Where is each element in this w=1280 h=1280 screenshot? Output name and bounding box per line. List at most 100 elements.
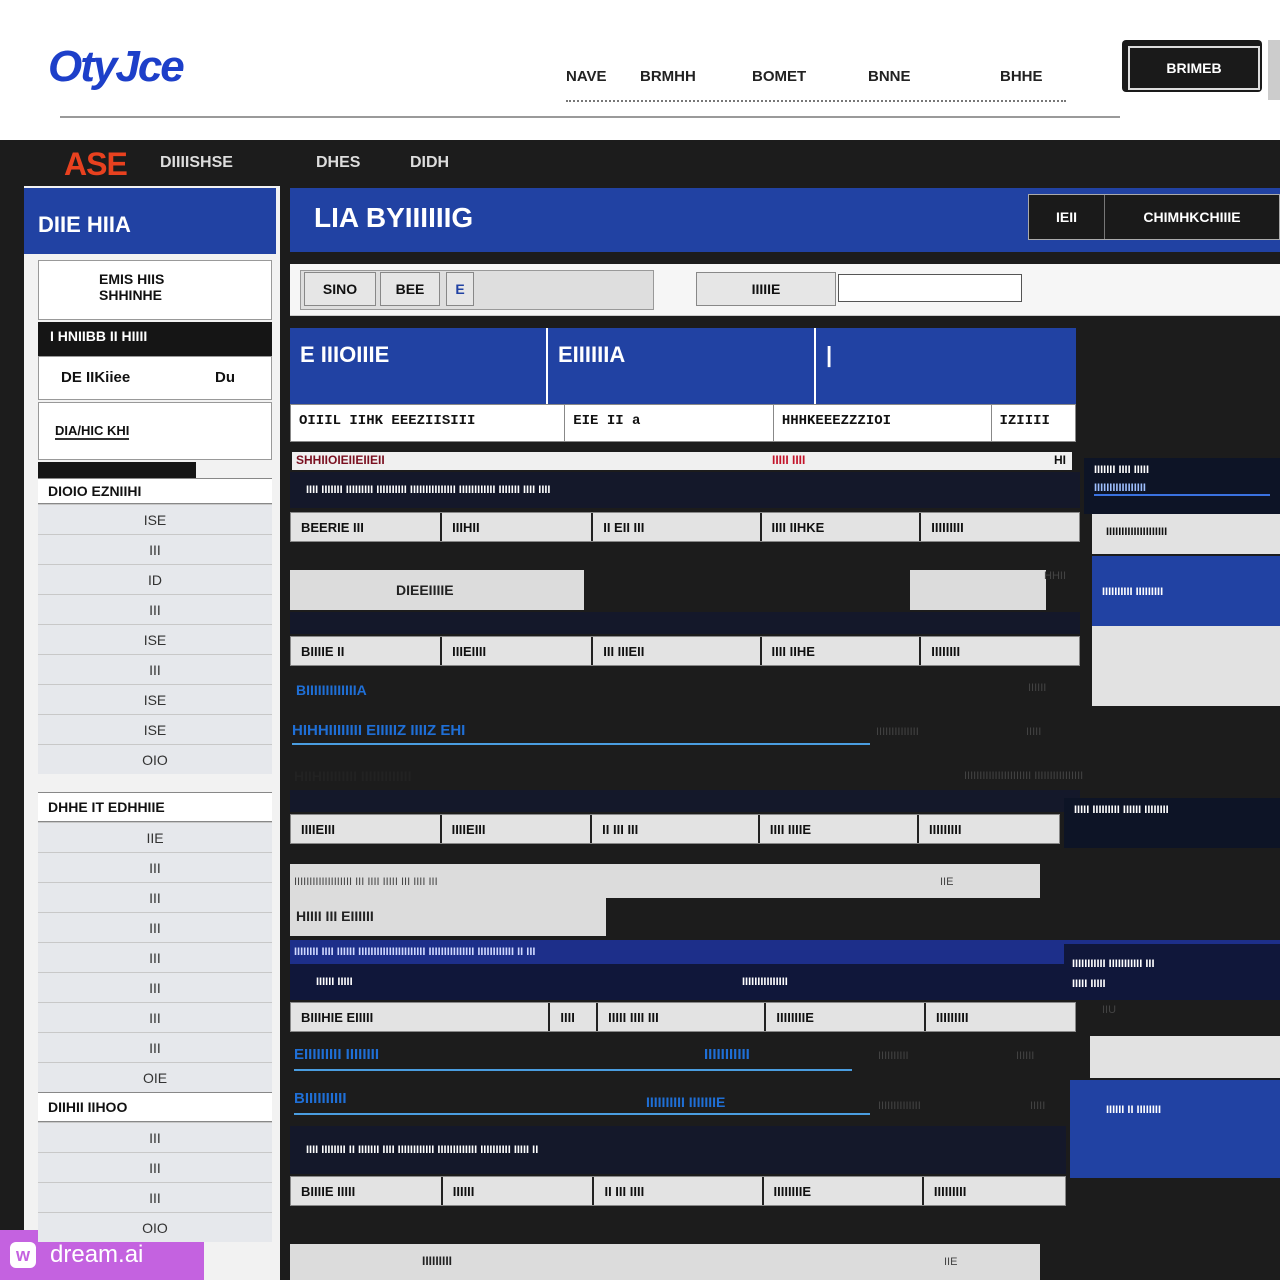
sidebar-section-2-item[interactable]: III (38, 972, 272, 1002)
item-5-cell-2[interactable]: IIIIII (443, 1177, 595, 1205)
item-1-cell-2[interactable]: IIIHII (442, 513, 594, 541)
top-nav-item-5[interactable]: BHHE (1000, 68, 1043, 85)
sidebar-section-2-item[interactable]: III (38, 1002, 272, 1032)
sidebar-section-1-item[interactable]: ISE (38, 714, 272, 744)
item-4-cell-1[interactable]: BIIIHIE EIIIII (291, 1003, 551, 1031)
sidebar-section-3-item[interactable]: OIO (38, 1212, 272, 1242)
item-5-cell-1[interactable]: BIIIIE IIIII (291, 1177, 443, 1205)
item-5-header[interactable]: IIII IIIIIIII II IIIIIII IIII IIIIIIIIII… (290, 1126, 1066, 1174)
item-4-cell-5[interactable]: IIIIIIIII (926, 1003, 1075, 1031)
sidebar-section-1-item[interactable]: OIO (38, 744, 272, 774)
sidebar-section-1-item[interactable]: ISE (38, 684, 272, 714)
feature-link-2[interactable]: EIIIIIIIII IIIIIIII (294, 1046, 852, 1071)
sidebar-section-2-item[interactable]: III (38, 852, 272, 882)
tab-2[interactable]: CHIMHKCHIIIE (1105, 195, 1279, 239)
item-4-cells: BIIIHIE EIIIII IIII IIIII IIII III IIIII… (290, 1002, 1076, 1032)
sidebar-section-3-item[interactable]: III (38, 1182, 272, 1212)
right-panel-4[interactable]: IIIIIIIIIII IIIIIIIIIII III IIIII IIIII (1064, 944, 1280, 1000)
feature-link-3[interactable]: BIIIIIIIIII (294, 1090, 870, 1115)
feature-link-3-mid[interactable]: IIIIIIIIII IIIIIIIE (646, 1094, 725, 1110)
sidebar-account-row[interactable]: DE IIKiiee Du (38, 356, 272, 400)
item-4-cell-4[interactable]: IIIIIIIIE (766, 1003, 926, 1031)
app-menu-item-1[interactable]: DIIIISHSE (160, 154, 233, 172)
sidebar-section-1-item[interactable]: III (38, 654, 272, 684)
sidebar-section-3-header[interactable]: DIIHII IIHOO (38, 1092, 272, 1122)
right-panel-1-link[interactable]: IIIIIIIIIIIIIIIII (1094, 482, 1270, 496)
item-2-cell-2[interactable]: IIIEIIII (442, 637, 594, 665)
sidebar-section-2-item[interactable]: III (38, 1032, 272, 1062)
sidebar-footer-link[interactable]: DIA/HIC KHI (55, 423, 130, 440)
item-1-caption-box: DIEEIIIIE (290, 570, 584, 610)
summary-card-3[interactable]: | (816, 328, 1076, 404)
top-nav-item-1[interactable]: NAVE (566, 68, 607, 85)
top-action-button[interactable]: BRIMEB (1122, 40, 1262, 92)
summary-detail-2: EIE II a (565, 405, 774, 441)
item-4-cell-2[interactable]: IIII (550, 1003, 599, 1031)
item-3-cells: IIIIEIII IIIIEIII II III III IIII IIIIE … (290, 814, 1060, 844)
right-panel-2[interactable]: IIIIIIIIII IIIIIIIII (1092, 556, 1280, 626)
sidebar-section-1-item[interactable]: III (38, 534, 272, 564)
right-panel-5[interactable]: IIIIII II IIIIIIII (1070, 1080, 1280, 1178)
top-nav-item-4[interactable]: BNNE (868, 68, 911, 85)
item-1-cell-3[interactable]: II EII III (593, 513, 762, 541)
summary-card-1[interactable]: E IIIOIIIE (290, 328, 548, 404)
item-1-cell-5[interactable]: IIIIIIIII (921, 513, 1079, 541)
item-2-header[interactable] (290, 612, 1080, 634)
app-menu-item-3[interactable]: DIDH (410, 154, 449, 172)
sidebar-section-1-item[interactable]: ISE (38, 504, 272, 534)
item-5-cell-3[interactable]: II III IIII (594, 1177, 764, 1205)
item-3-cell-2[interactable]: IIIIEIII (442, 815, 593, 843)
right-panel-1[interactable]: IIIIIII IIII IIIII IIIIIIIIIIIIIIIII (1084, 458, 1280, 514)
item-4-cell-3[interactable]: IIIII IIII III (598, 1003, 767, 1031)
top-nav-item-2[interactable]: BRMHH (640, 68, 696, 85)
right-panel-3[interactable]: IIIII IIIIIIIII IIIIII IIIIIIII (1064, 798, 1280, 848)
item-3-cell-4[interactable]: IIII IIIIE (760, 815, 920, 843)
search-input[interactable] (838, 274, 1022, 302)
item-1-cell-1[interactable]: BEERIE III (291, 513, 443, 541)
sidebar-account-line-2: SHHINHE (99, 287, 163, 303)
section-label-red: IIIII IIII (772, 453, 806, 467)
sidebar-section-2-item[interactable]: IIE (38, 822, 272, 852)
item-1-cell-4[interactable]: IIII IIHKE (762, 513, 922, 541)
toolbar-button-4[interactable]: IIIIIE (696, 272, 836, 306)
sidebar-section-2-item[interactable]: III (38, 942, 272, 972)
item-3-cell-1[interactable]: IIIIEIII (291, 815, 442, 843)
page-scrollbar[interactable] (1268, 40, 1280, 100)
item-3-cell-5[interactable]: IIIIIIIII (919, 815, 1059, 843)
sidebar-account-line-1: EMIS HIIS (99, 271, 165, 287)
sidebar-section-1-item[interactable]: ISE (38, 624, 272, 654)
toolbar-button-1[interactable]: SINO (304, 272, 376, 306)
item-5-cell-4[interactable]: IIIIIIIIE (764, 1177, 924, 1205)
toolbar-button-2[interactable]: BEE (380, 272, 440, 306)
summary-detail-row: OIIIL IIHK EEEZIISIII EIE II a HHHKEEEZZ… (290, 404, 1076, 442)
item-3-header[interactable] (290, 790, 1080, 812)
sidebar-section-1-item[interactable]: III (38, 594, 272, 624)
item-1-header[interactable]: IIII IIIIIII IIIIIIIII IIIIIIIIII IIIIII… (290, 472, 1080, 508)
sidebar-section-3-item[interactable]: III (38, 1122, 272, 1152)
sidebar-section-2-item[interactable]: III (38, 882, 272, 912)
app-menu-item-2[interactable]: DHES (316, 154, 360, 172)
item-2-cell-5[interactable]: IIIIIIII (921, 637, 1079, 665)
sidebar-section-3-item[interactable]: III (38, 1152, 272, 1182)
sidebar-section-2-header[interactable]: DHHE IT EDHHIIE (38, 792, 272, 822)
section-label-right: HI (1054, 453, 1066, 467)
item-2-cell-1[interactable]: BIIIIE II (291, 637, 443, 665)
app-logo[interactable]: ASE (64, 146, 128, 183)
toolbar-button-3[interactable]: E (446, 272, 474, 306)
feature-link-2-mid[interactable]: IIIIIIIIIII (704, 1046, 750, 1063)
site-logo[interactable]: OtyJce (48, 42, 185, 92)
sidebar-section-2-item[interactable]: III (38, 912, 272, 942)
item-2-cell-3[interactable]: III IIIEII (593, 637, 762, 665)
sidebar-footer-box[interactable]: DIA/HIC KHI (38, 402, 272, 460)
sidebar-section-1-header[interactable]: DIOIO EZNIIHI (38, 478, 272, 504)
feature-link-1[interactable]: HIHHIIIIIIII EIIIIIZ IIIIZ EHI (292, 722, 870, 745)
tab-1[interactable]: IEII (1029, 195, 1106, 239)
item-5-cell-5[interactable]: IIIIIIIII (924, 1177, 1065, 1205)
top-nav-item-3[interactable]: BOMET (752, 68, 806, 85)
sidebar-section-2-item[interactable]: OIE (38, 1062, 272, 1092)
item-2-link[interactable]: BIIIIIIIIIIIIIA (296, 682, 367, 698)
item-2-cell-4[interactable]: IIII IIHE (762, 637, 922, 665)
sidebar-section-1-item[interactable]: ID (38, 564, 272, 594)
item-3-cell-3[interactable]: II III III (592, 815, 760, 843)
summary-card-2[interactable]: EIIIIIIA (548, 328, 816, 404)
